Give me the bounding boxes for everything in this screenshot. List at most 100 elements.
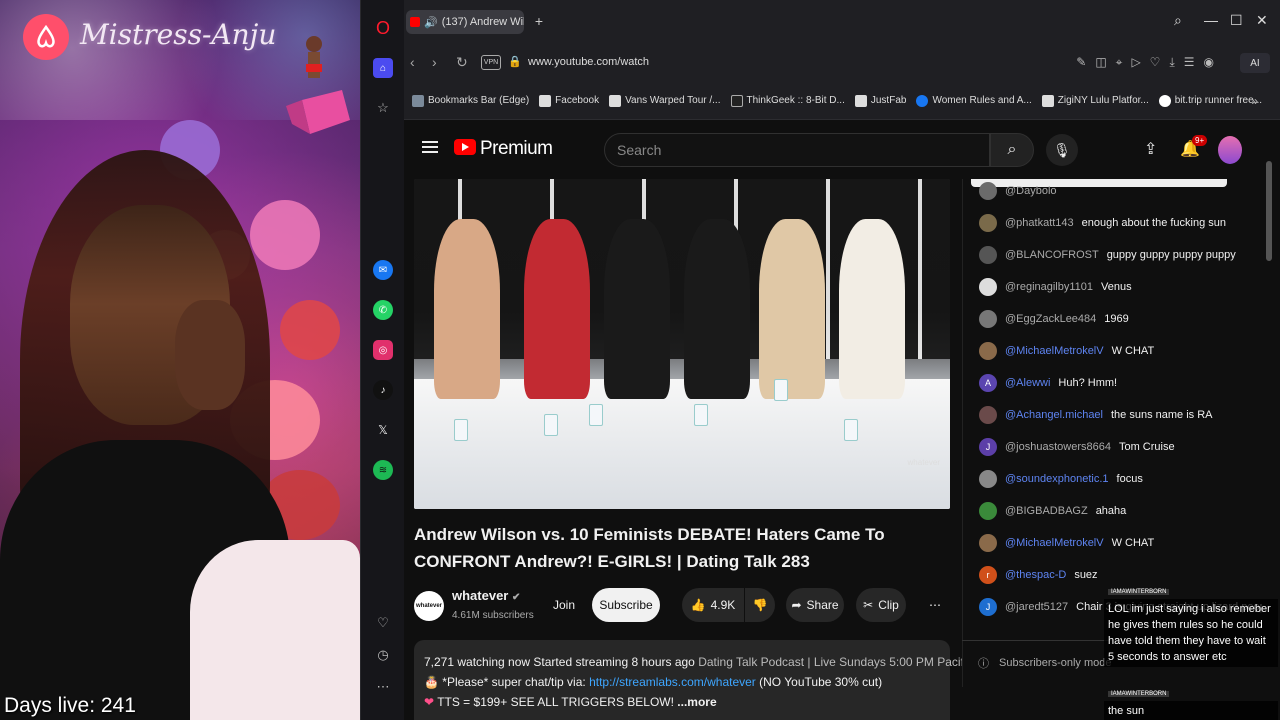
- join-button[interactable]: Join: [546, 588, 582, 622]
- spotify-icon[interactable]: ≋: [373, 460, 393, 480]
- bookmark-item[interactable]: ZigiNY Lulu Platfor...: [1041, 94, 1149, 107]
- create-upload-icon[interactable]: ⇪: [1144, 139, 1157, 159]
- location-pin-icon[interactable]: ⌖: [1116, 55, 1123, 70]
- chat-avatar[interactable]: A: [979, 374, 997, 392]
- chat-avatar[interactable]: [979, 470, 997, 488]
- chat-author[interactable]: @phatkatt143: [1005, 217, 1074, 229]
- bookmark-item[interactable]: bit.trip runner free...: [1158, 94, 1262, 107]
- url-field[interactable]: www.youtube.com/watch: [528, 56, 649, 68]
- page-scrollbar[interactable]: [1266, 161, 1272, 261]
- download-icon[interactable]: ⤓: [1169, 55, 1174, 70]
- bookmark-item[interactable]: Bookmarks Bar (Edge): [412, 94, 529, 107]
- chat-message[interactable]: @reginagilby1101 Venus: [979, 271, 1259, 303]
- menu-lines-icon[interactable]: ☰: [1184, 55, 1195, 70]
- chat-avatar[interactable]: [979, 406, 997, 424]
- bookmarks-overflow-icon[interactable]: »: [1251, 94, 1258, 108]
- chat-avatar[interactable]: [979, 534, 997, 552]
- chat-avatar[interactable]: J: [979, 438, 997, 456]
- chat-author[interactable]: @joshuastowers8664: [1005, 441, 1111, 453]
- video-player[interactable]: whatever: [414, 179, 950, 509]
- chat-avatar[interactable]: [979, 182, 997, 200]
- chat-author[interactable]: @BIGBADBAGZ: [1005, 505, 1088, 517]
- more-actions-button[interactable]: ⋯: [918, 588, 952, 622]
- search-tabs-icon[interactable]: ⌕: [1174, 12, 1182, 29]
- chat-author[interactable]: @MichaelMetrokelV: [1005, 537, 1104, 549]
- channel-name[interactable]: whatever ✔: [452, 588, 520, 603]
- chat-author[interactable]: @EggZackLee484: [1005, 313, 1096, 325]
- bookmark-item[interactable]: Vans Warped Tour /...: [609, 94, 721, 107]
- play-icon[interactable]: ▷: [1131, 55, 1140, 70]
- chat-author[interactable]: @jaredt5127: [1005, 601, 1068, 613]
- voice-search-button[interactable]: 🎙: [1046, 134, 1078, 166]
- profile-icon[interactable]: ◉: [1204, 55, 1214, 70]
- search-button[interactable]: ⌕: [990, 133, 1034, 167]
- forward-arrow-icon[interactable]: ›: [432, 54, 437, 70]
- aria-ai-button[interactable]: AI: [1240, 53, 1270, 73]
- bookmark-item[interactable]: ThinkGeek :: 8-Bit D...: [730, 94, 845, 107]
- chat-message[interactable]: @Daybolo: [979, 179, 1259, 207]
- chat-author[interactable]: @BLANCOFROST: [1005, 249, 1099, 261]
- account-avatar[interactable]: [1218, 136, 1242, 164]
- chat-avatar[interactable]: [979, 310, 997, 328]
- bookmark-item[interactable]: Women Rules and A...: [916, 94, 1032, 107]
- opera-logo-icon[interactable]: O: [373, 18, 393, 38]
- like-button[interactable]: 👍 4.9K: [682, 588, 744, 622]
- chat-message[interactable]: @phatkatt143 enough about the fucking sun: [979, 207, 1259, 239]
- more-dots-icon[interactable]: ⋯: [373, 677, 393, 697]
- hamburger-menu-icon[interactable]: [422, 141, 438, 153]
- video-description[interactable]: 7,271 watching now Started streaming 8 h…: [414, 640, 1002, 720]
- chat-message[interactable]: @EggZackLee484 1969: [979, 303, 1259, 335]
- chat-avatar[interactable]: [979, 214, 997, 232]
- chat-avatar[interactable]: [979, 502, 997, 520]
- chat-avatar[interactable]: [979, 342, 997, 360]
- chat-author[interactable]: @Daybolo: [1005, 185, 1057, 197]
- heart-outline-icon[interactable]: ♡: [1150, 55, 1161, 70]
- bookmark-item[interactable]: JustFab: [854, 94, 906, 107]
- chat-avatar[interactable]: [979, 246, 997, 264]
- vpn-badge[interactable]: VPN: [481, 55, 501, 70]
- chat-author[interactable]: @thespac-D: [1005, 569, 1066, 581]
- youtube-premium-label[interactable]: Premium: [480, 138, 553, 160]
- maximize-icon[interactable]: ☐: [1230, 12, 1243, 29]
- history-clock-icon[interactable]: ◷: [373, 645, 393, 665]
- messenger-icon[interactable]: ✉: [373, 260, 393, 280]
- tiktok-icon[interactable]: ♪: [373, 380, 393, 400]
- tab-youtube[interactable]: 🔊 (137) Andrew Wilson: [406, 10, 524, 34]
- chat-author[interactable]: @soundexphonetic.1: [1005, 473, 1109, 485]
- instagram-icon[interactable]: ◎: [373, 340, 393, 360]
- info-icon[interactable]: ⓘ: [978, 655, 989, 671]
- bookmark-item[interactable]: Facebook: [539, 94, 599, 107]
- subscribe-button[interactable]: Subscribe: [592, 588, 660, 622]
- chat-avatar[interactable]: [979, 278, 997, 296]
- heart-icon[interactable]: ♡: [373, 613, 393, 633]
- chat-message[interactable]: @MichaelMetrokelV W CHAT: [979, 527, 1259, 559]
- chat-message[interactable]: r @thespac-D suez: [979, 559, 1259, 591]
- chat-author[interactable]: @Achangel.michael: [1005, 409, 1103, 421]
- new-tab-plus-icon[interactable]: +: [532, 14, 546, 28]
- search-input[interactable]: Search: [604, 133, 990, 167]
- back-arrow-icon[interactable]: ‹: [410, 54, 415, 70]
- camera-icon[interactable]: ◫: [1095, 55, 1106, 70]
- x-twitter-icon[interactable]: 𝕏: [373, 420, 393, 440]
- chat-message[interactable]: J @joshuastowers8664 Tom Cruise: [979, 431, 1259, 463]
- chat-author[interactable]: @reginagilby1101: [1005, 281, 1093, 293]
- streamlabs-link[interactable]: http://streamlabs.com/whatever: [589, 675, 756, 689]
- clip-button[interactable]: ✂ Clip: [856, 588, 906, 622]
- chat-message[interactable]: @BLANCOFROST guppy guppy puppy puppy: [979, 239, 1259, 271]
- chat-author[interactable]: @MichaelMetrokelV: [1005, 345, 1104, 357]
- edit-icon[interactable]: ✎: [1076, 55, 1086, 70]
- home-icon[interactable]: ⌂: [373, 58, 393, 78]
- star-icon[interactable]: ☆: [373, 98, 393, 118]
- chat-avatar[interactable]: J: [979, 598, 997, 616]
- chat-author[interactable]: @Alewwi: [1005, 377, 1050, 389]
- dislike-button[interactable]: 👎: [745, 588, 775, 622]
- chat-message[interactable]: @MichaelMetrokelV W CHAT: [979, 335, 1259, 367]
- channel-avatar[interactable]: whatever: [414, 591, 444, 621]
- show-more-link[interactable]: ...more: [677, 695, 716, 709]
- chat-message[interactable]: @Achangel.michael the suns name is RA: [979, 399, 1259, 431]
- chat-avatar[interactable]: r: [979, 566, 997, 584]
- share-button[interactable]: ➦ Share: [786, 588, 844, 622]
- whatsapp-icon[interactable]: ✆: [373, 300, 393, 320]
- minimize-icon[interactable]: —: [1204, 12, 1218, 28]
- reload-icon[interactable]: ↻: [456, 54, 468, 71]
